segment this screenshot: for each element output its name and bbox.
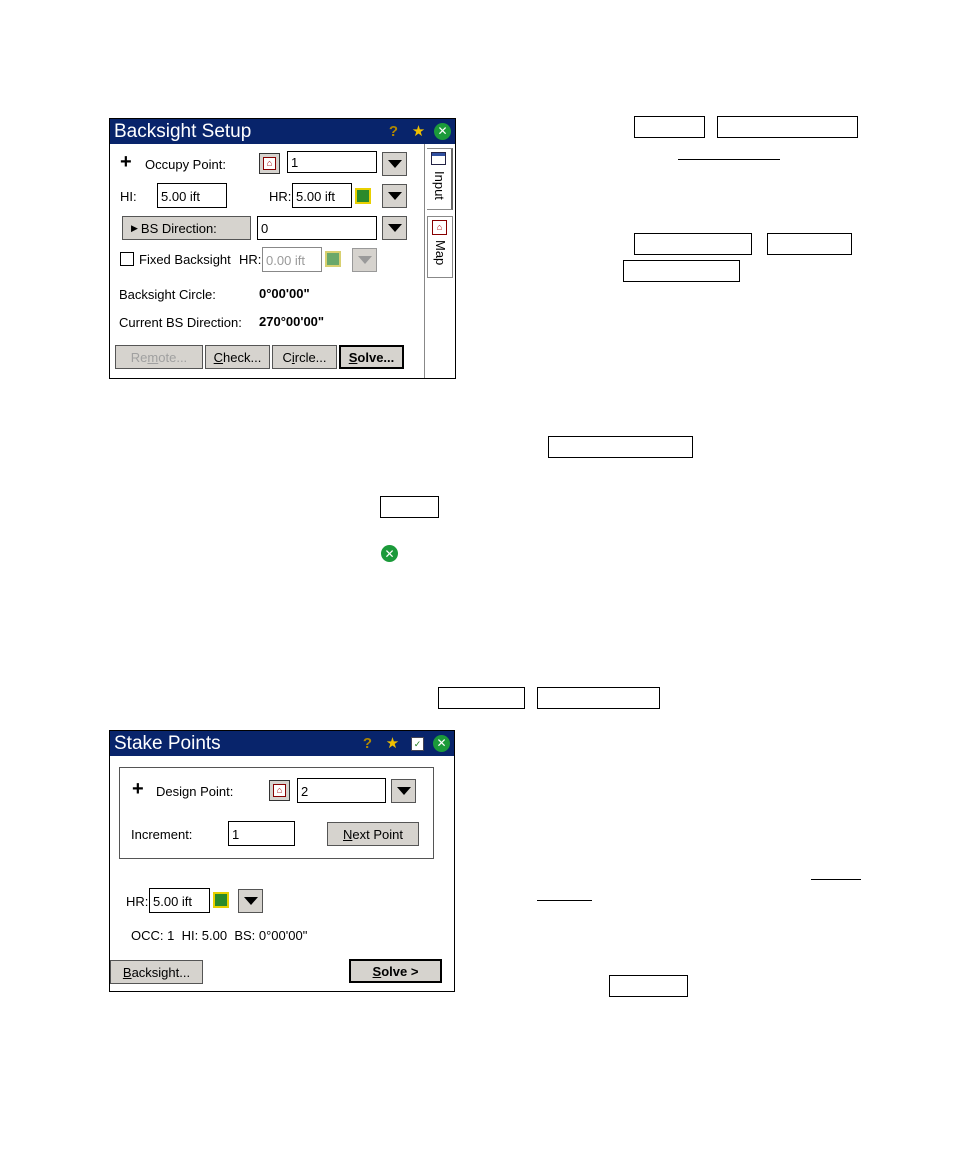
hr-label: HR: bbox=[269, 189, 292, 204]
bs-direction-input[interactable]: 0 bbox=[257, 216, 377, 240]
prism-icon[interactable] bbox=[355, 188, 371, 204]
backsight-circle-label: Backsight Circle: bbox=[119, 287, 216, 302]
occupy-point-input[interactable]: 1 bbox=[287, 151, 377, 173]
tab-input-label: Input bbox=[432, 171, 447, 200]
current-bs-direction-value: 270°00'00" bbox=[259, 314, 325, 329]
current-bs-direction-label: Current BS Direction: bbox=[119, 315, 242, 330]
hr-dropdown[interactable] bbox=[382, 184, 407, 208]
remote-button[interactable]: Re m ote... bbox=[115, 345, 203, 369]
solve-button[interactable]: Solve... bbox=[339, 345, 404, 369]
map-icon: ⌂ bbox=[432, 220, 447, 235]
backsight-button[interactable]: Backsight... bbox=[110, 960, 203, 984]
status-line: OCC: 1 HI: 5.00 BS: 0°00'00" bbox=[131, 928, 308, 943]
question-mark-icon[interactable]: ? bbox=[358, 734, 377, 753]
bs-direction-dropdown[interactable] bbox=[382, 216, 407, 240]
doc-underline bbox=[811, 879, 861, 880]
doc-key-box bbox=[380, 496, 439, 518]
hr-dropdown[interactable] bbox=[238, 889, 263, 913]
hr-label: HR: bbox=[126, 894, 149, 909]
occupy-point-label: Occupy Point: bbox=[145, 157, 226, 172]
doc-key-box bbox=[767, 233, 852, 255]
title-bar: Backsight Setup ? ★ ✕ bbox=[110, 119, 455, 144]
doc-key-box bbox=[717, 116, 858, 138]
fixed-hr-dropdown[interactable] bbox=[352, 248, 377, 272]
doc-key-box bbox=[634, 116, 705, 138]
chevron-down-icon bbox=[387, 224, 402, 232]
tab-map[interactable]: ⌂ Map bbox=[427, 216, 453, 278]
prism-icon[interactable] bbox=[325, 251, 341, 267]
input-form-icon bbox=[431, 152, 446, 165]
chevron-down-icon bbox=[387, 160, 402, 168]
hr-input[interactable]: 5.00 ift bbox=[149, 888, 210, 913]
solve-button[interactable]: Solve > bbox=[349, 959, 442, 983]
doc-key-box bbox=[609, 975, 688, 997]
chevron-down-icon bbox=[396, 787, 411, 795]
check-button[interactable]: Check... bbox=[205, 345, 270, 369]
map-select-button[interactable]: ⌂ bbox=[269, 780, 290, 801]
design-point-dropdown[interactable] bbox=[391, 779, 416, 803]
close-icon[interactable]: ✕ bbox=[433, 735, 450, 752]
backsight-circle-value: 0°00'00" bbox=[259, 286, 310, 301]
star-icon[interactable]: ★ bbox=[383, 734, 402, 753]
doc-underline bbox=[537, 900, 592, 901]
map-icon: ⌂ bbox=[263, 157, 276, 170]
bs-direction-button[interactable]: ▶ BS Direction: bbox=[122, 216, 251, 240]
add-point-icon[interactable]: + bbox=[132, 779, 144, 799]
prism-icon[interactable] bbox=[213, 892, 229, 908]
doc-underline bbox=[678, 159, 780, 160]
occupy-point-dropdown[interactable] bbox=[382, 152, 407, 176]
chevron-down-icon bbox=[243, 897, 258, 905]
circle-button[interactable]: Ci rcle... bbox=[272, 345, 337, 369]
fixed-backsight-checkbox[interactable] bbox=[120, 252, 134, 266]
doc-key-box bbox=[634, 233, 752, 255]
design-point-label: Design Point: bbox=[156, 784, 234, 799]
hi-label: HI: bbox=[120, 189, 137, 204]
fixed-hr-input[interactable]: 0.00 ift bbox=[262, 247, 322, 272]
doc-key-box bbox=[548, 436, 693, 458]
backsight-setup-window: Backsight Setup ? ★ ✕ + Occupy Point: ⌂ … bbox=[109, 118, 456, 379]
add-point-icon[interactable]: + bbox=[120, 152, 132, 172]
tab-input[interactable]: Input bbox=[427, 148, 453, 210]
bs-direction-label: BS Direction: bbox=[140, 220, 217, 236]
next-point-button[interactable]: Next Point bbox=[327, 822, 419, 846]
title-bar: Stake Points ? ★ ✓ ✕ bbox=[110, 731, 454, 756]
design-point-input[interactable]: 2 bbox=[297, 778, 386, 803]
fixed-backsight-label: Fixed Backsight bbox=[139, 252, 231, 267]
close-icon: ✕ bbox=[381, 545, 398, 562]
hi-input[interactable]: 5.00 ift bbox=[157, 183, 227, 208]
hr-input[interactable]: 5.00 ift bbox=[292, 183, 352, 208]
increment-label: Increment: bbox=[131, 827, 193, 842]
map-icon: ⌂ bbox=[273, 784, 286, 797]
tab-map-label: Map bbox=[433, 240, 448, 266]
increment-input[interactable]: 1 bbox=[228, 821, 295, 846]
checklist-icon[interactable]: ✓ bbox=[408, 734, 427, 753]
chevron-down-icon bbox=[387, 192, 402, 200]
close-icon[interactable]: ✕ bbox=[434, 123, 451, 140]
doc-key-box bbox=[623, 260, 740, 282]
star-icon[interactable]: ★ bbox=[409, 122, 428, 141]
question-mark-icon[interactable]: ? bbox=[384, 122, 403, 141]
window-title: Backsight Setup bbox=[114, 121, 252, 142]
triangle-right-icon: ▶ bbox=[131, 222, 138, 233]
fixed-hr-label: HR: bbox=[239, 252, 262, 267]
doc-key-box bbox=[537, 687, 660, 709]
tab-strip: Input ⌂ Map bbox=[424, 144, 455, 378]
map-select-button[interactable]: ⌂ bbox=[259, 153, 280, 174]
doc-key-box bbox=[438, 687, 525, 709]
stake-points-window: Stake Points ? ★ ✓ ✕ + Design Point: ⌂ 2… bbox=[109, 730, 455, 992]
chevron-down-icon bbox=[357, 256, 372, 264]
window-title: Stake Points bbox=[114, 733, 221, 754]
